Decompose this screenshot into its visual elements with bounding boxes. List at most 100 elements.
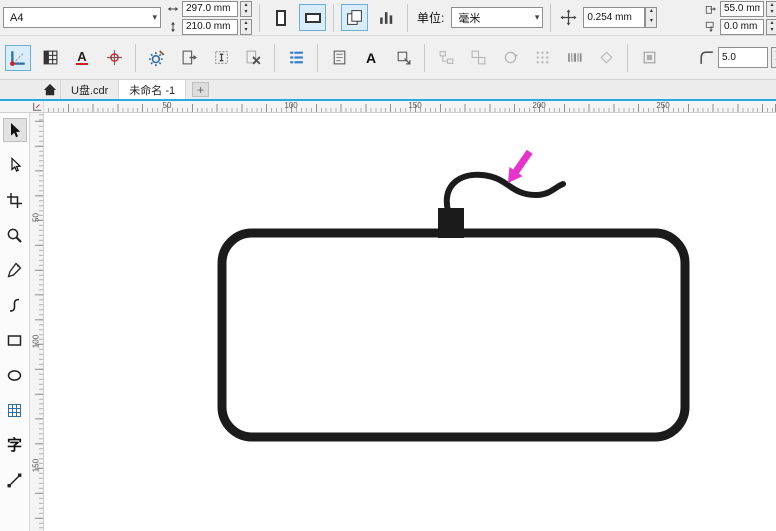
pen-tool[interactable]	[3, 258, 27, 282]
paper-size-fields: ▴ ▾ ▴ ▾	[166, 0, 252, 35]
ruler-corner[interactable]	[0, 101, 44, 112]
annotation-arrow[interactable]	[508, 149, 533, 183]
rotate-icon	[504, 51, 518, 64]
graph-paper-tool[interactable]	[3, 398, 27, 422]
symbol-icon	[599, 51, 613, 64]
export-button[interactable]	[176, 45, 202, 71]
text-tool-toolbar-button[interactable]: A	[358, 45, 384, 71]
spin-up-icon: ▴	[770, 19, 774, 26]
ruler-row: 50 100 150 200 250	[0, 101, 776, 113]
pattern-dots-button[interactable]	[529, 45, 555, 71]
object-properties-button[interactable]	[636, 45, 662, 71]
units-select[interactable]: 毫米 ▾	[451, 7, 544, 28]
insert-character-button[interactable]	[208, 45, 234, 71]
toolbox: 字	[0, 113, 30, 531]
duplicate-distance-y-spinner[interactable]: ▴ ▾	[766, 18, 776, 35]
horizontal-ruler[interactable]: 50 100 150 200 250	[44, 101, 776, 112]
spin-up-icon: ▴	[244, 19, 248, 26]
rotate-object-button[interactable]	[497, 45, 523, 71]
home-button[interactable]	[40, 80, 60, 99]
curve-tool[interactable]	[3, 293, 27, 317]
paper-height-spinner[interactable]: ▴ ▾	[240, 18, 252, 35]
convert-to-frame-button[interactable]	[390, 45, 416, 71]
pattern-dots-icon	[536, 51, 548, 64]
text-properties-button[interactable]	[283, 45, 309, 71]
ellipse-tool[interactable]	[3, 363, 27, 387]
paper-height-icon	[166, 20, 180, 34]
duplicate-distance-x-input[interactable]	[720, 0, 764, 17]
text-tool[interactable]: 字	[3, 433, 27, 457]
all-pages-button[interactable]	[341, 4, 368, 31]
group-objects-button[interactable]	[465, 45, 491, 71]
spin-down-icon: ▾	[244, 8, 248, 15]
barcode-button[interactable]	[561, 45, 587, 71]
toolbar-separator	[424, 43, 425, 72]
gear-icon	[149, 49, 165, 66]
ruler-label: 250	[656, 101, 670, 110]
ruler-label: 100	[31, 334, 41, 349]
zoom-tool[interactable]	[3, 223, 27, 247]
insert-character-icon	[214, 51, 228, 64]
duplicate-distance-x-spinner[interactable]: ▴ ▾	[766, 0, 776, 17]
usb-body-shape[interactable]	[217, 228, 690, 442]
rectangle-tool[interactable]	[3, 328, 27, 352]
object-properties-icon	[643, 51, 655, 64]
tab-label: 未命名 -1	[129, 84, 176, 97]
paper-height-input[interactable]	[182, 18, 238, 35]
shape-tool[interactable]	[3, 153, 27, 177]
new-tab-button[interactable]: +	[192, 82, 210, 97]
drawing-canvas[interactable]	[44, 113, 776, 531]
text-tool-icon: 字	[6, 436, 22, 454]
current-page-button[interactable]	[373, 4, 400, 31]
alignment-guides-icon	[106, 50, 122, 65]
units-label: 单位:	[417, 11, 445, 25]
duplicate-distance-y-input[interactable]	[720, 18, 764, 35]
alignment-guides-button[interactable]	[101, 45, 127, 71]
chevron-down-icon: ▾	[152, 12, 157, 22]
paper-width-input[interactable]	[182, 0, 238, 17]
options-button[interactable]	[144, 45, 170, 71]
nudge-offset-field: ▴ ▾	[583, 7, 658, 28]
workspace: 字 50 100 150	[0, 113, 776, 531]
page-size-select[interactable]: A4 ▾	[3, 7, 161, 28]
font-list-icon: A	[76, 49, 88, 65]
rectangle-tool-icon	[7, 334, 22, 346]
dimension-tool-icon	[10, 50, 25, 66]
tab-u盘-cdr[interactable]: U盘.cdr	[60, 80, 120, 99]
align-objects-button[interactable]	[433, 45, 459, 71]
vertical-ruler[interactable]: 50 100 150	[30, 113, 44, 531]
paper-width-spinner[interactable]: ▴ ▾	[240, 0, 252, 17]
paper-width-icon	[166, 2, 180, 16]
edit-text-icon	[333, 50, 345, 65]
barcode-icon	[567, 53, 582, 62]
pen-tool-icon	[7, 262, 22, 277]
delete-button[interactable]	[240, 45, 266, 71]
corner-radius-spinner[interactable]: ▴ ▾	[771, 47, 776, 68]
edit-text-button[interactable]	[326, 45, 352, 71]
pick-tool[interactable]	[2, 118, 27, 142]
ruler-label: 100	[284, 101, 298, 110]
corner-radius-input[interactable]	[718, 47, 768, 68]
toolbar-separator	[135, 43, 136, 72]
ruler-label: 150	[31, 458, 41, 473]
dimension-tool-button[interactable]	[5, 44, 31, 71]
graph-paper-button[interactable]	[37, 45, 63, 71]
usb-connector-shape[interactable]	[438, 208, 464, 238]
portrait-button[interactable]	[267, 4, 294, 31]
spin-up-icon: ▴	[772, 48, 776, 58]
duplicate-distance-y-icon	[704, 20, 718, 34]
ellipse-tool-icon	[7, 369, 22, 381]
landscape-button[interactable]	[299, 4, 326, 31]
ruler-label: 200	[532, 101, 546, 110]
crop-tool[interactable]	[3, 188, 27, 212]
symbol-button[interactable]	[593, 45, 619, 71]
line-tool[interactable]	[3, 468, 27, 492]
chevron-down-icon: ▾	[534, 12, 540, 22]
nudge-offset-spinner[interactable]: ▴ ▾	[645, 7, 658, 28]
tab-untitled-1[interactable]: 未命名 -1	[119, 80, 187, 99]
landscape-icon	[304, 12, 321, 23]
text-icon: A	[365, 49, 377, 66]
font-list-button[interactable]: A	[69, 45, 95, 71]
nudge-offset-input[interactable]	[583, 7, 646, 28]
usb-cable-shape[interactable]	[443, 171, 566, 214]
